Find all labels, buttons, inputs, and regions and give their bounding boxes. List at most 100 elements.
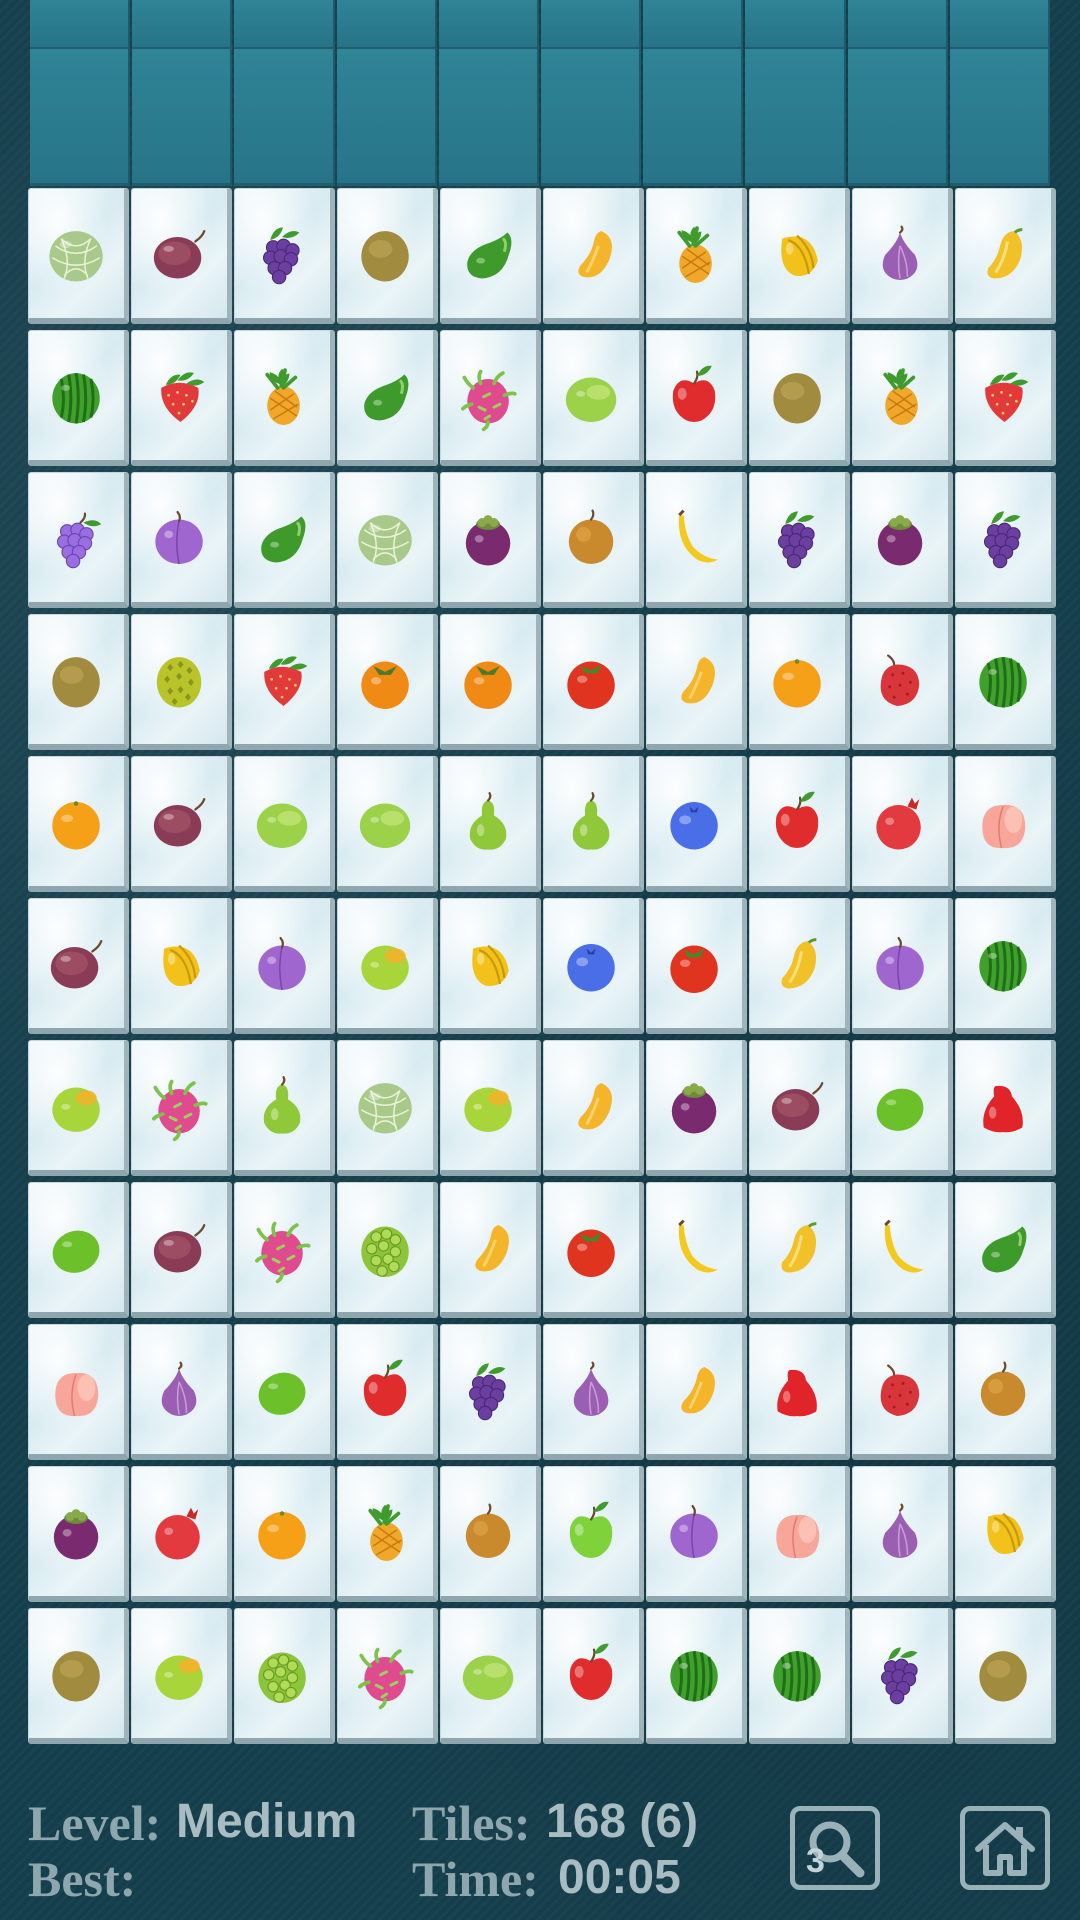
tile-apple[interactable] — [543, 1608, 644, 1744]
tile-custardapple[interactable] — [234, 1608, 335, 1744]
tile-lime[interactable] — [234, 1324, 335, 1460]
tile-passionfruit[interactable] — [749, 1040, 850, 1176]
tile-blueberry[interactable] — [543, 898, 644, 1034]
tile-orange[interactable] — [234, 1466, 335, 1602]
tile-plum[interactable] — [131, 472, 232, 608]
tile-watermelon[interactable] — [749, 1608, 850, 1744]
tile-grapes[interactable] — [28, 472, 129, 608]
tile-pear[interactable] — [234, 1040, 335, 1176]
tile-dragonfruit[interactable] — [440, 330, 541, 466]
tile-mangosteen[interactable] — [440, 472, 541, 608]
tile-apricotmango[interactable] — [28, 1040, 129, 1176]
tile-melon[interactable] — [337, 472, 438, 608]
tile-starfruit[interactable] — [749, 188, 850, 324]
tile-apricotmango[interactable] — [440, 1040, 541, 1176]
tile-tomato[interactable] — [543, 1182, 644, 1318]
tile-avocado[interactable] — [955, 1182, 1056, 1318]
tile-papaya[interactable] — [955, 188, 1056, 324]
tile-persimmon[interactable] — [337, 614, 438, 750]
tile-mango[interactable] — [646, 614, 747, 750]
tile-strawberry[interactable] — [234, 614, 335, 750]
hint-button[interactable] — [790, 1806, 880, 1890]
tile-mango[interactable] — [646, 1324, 747, 1460]
tile-pineapple[interactable] — [337, 1466, 438, 1602]
tile-apricotmango[interactable] — [337, 898, 438, 1034]
tile-peach[interactable] — [749, 1466, 850, 1602]
tile-fig[interactable] — [852, 188, 953, 324]
tile-durian[interactable] — [131, 614, 232, 750]
tile-blackberry[interactable] — [852, 1608, 953, 1744]
tile-pomegranate[interactable] — [852, 756, 953, 892]
tile-kiwi[interactable] — [749, 330, 850, 466]
tile-dragonfruit[interactable] — [337, 1608, 438, 1744]
tile-lime[interactable] — [28, 1182, 129, 1318]
tile-plum[interactable] — [234, 898, 335, 1034]
tile-strawberry[interactable] — [955, 330, 1056, 466]
tile-peach[interactable] — [955, 756, 1056, 892]
tile-blackberry[interactable] — [440, 1324, 541, 1460]
tile-apricotmango[interactable] — [131, 1608, 232, 1744]
tile-custardapple[interactable] — [337, 1182, 438, 1318]
tile-watermelon[interactable] — [28, 330, 129, 466]
tile-starfruit[interactable] — [440, 898, 541, 1034]
tile-avocado[interactable] — [337, 330, 438, 466]
tile-avocado[interactable] — [440, 188, 541, 324]
tile-tomato[interactable] — [543, 614, 644, 750]
tile-pineapple[interactable] — [234, 330, 335, 466]
tile-roseapple[interactable] — [955, 1040, 1056, 1176]
tile-papaya[interactable] — [749, 1182, 850, 1318]
tile-blueberry[interactable] — [646, 756, 747, 892]
tile-banana[interactable] — [852, 1182, 953, 1318]
tile-blackberry[interactable] — [955, 472, 1056, 608]
tile-dragonfruit[interactable] — [234, 1182, 335, 1318]
tile-papaya[interactable] — [749, 898, 850, 1034]
tile-greenmango[interactable] — [440, 1608, 541, 1744]
tile-blackberry[interactable] — [749, 472, 850, 608]
tile-banana[interactable] — [646, 472, 747, 608]
tile-apple[interactable] — [337, 1324, 438, 1460]
tile-plum[interactable] — [852, 898, 953, 1034]
tile-orange[interactable] — [749, 614, 850, 750]
tile-apple[interactable] — [646, 330, 747, 466]
tile-greenapple[interactable] — [543, 1466, 644, 1602]
tile-greenmango[interactable] — [234, 756, 335, 892]
tile-asianpear[interactable] — [955, 1324, 1056, 1460]
tile-dragonfruit[interactable] — [131, 1040, 232, 1176]
tile-kiwi[interactable] — [28, 614, 129, 750]
tile-watermelon[interactable] — [955, 898, 1056, 1034]
tile-roseapple[interactable] — [749, 1324, 850, 1460]
tile-kiwi[interactable] — [337, 188, 438, 324]
home-button[interactable] — [960, 1806, 1050, 1890]
tile-passionfruit[interactable] — [28, 898, 129, 1034]
tile-mango[interactable] — [543, 1040, 644, 1176]
tile-fig[interactable] — [543, 1324, 644, 1460]
tile-plum[interactable] — [646, 1466, 747, 1602]
tile-tomato[interactable] — [646, 898, 747, 1034]
tile-lime[interactable] — [852, 1040, 953, 1176]
tile-mango[interactable] — [440, 1182, 541, 1318]
tile-persimmon[interactable] — [440, 614, 541, 750]
tile-watermelon[interactable] — [955, 614, 1056, 750]
tile-peach[interactable] — [28, 1324, 129, 1460]
tile-mangosteen[interactable] — [646, 1040, 747, 1176]
tile-greenmango[interactable] — [337, 756, 438, 892]
tile-blackberry[interactable] — [234, 188, 335, 324]
tile-greenmango[interactable] — [543, 330, 644, 466]
tile-passionfruit[interactable] — [131, 188, 232, 324]
tile-asianpear[interactable] — [543, 472, 644, 608]
tile-mangosteen[interactable] — [28, 1466, 129, 1602]
tile-fig[interactable] — [131, 1324, 232, 1460]
tile-mango[interactable] — [543, 188, 644, 324]
tile-pomegranate[interactable] — [131, 1466, 232, 1602]
tile-kiwi[interactable] — [955, 1608, 1056, 1744]
tile-fig[interactable] — [852, 1466, 953, 1602]
tile-kiwi[interactable] — [28, 1608, 129, 1744]
tile-strawberry[interactable] — [131, 330, 232, 466]
tile-pineapple[interactable] — [646, 188, 747, 324]
tile-starfruit[interactable] — [955, 1466, 1056, 1602]
tile-pineapple[interactable] — [852, 330, 953, 466]
tile-melon[interactable] — [337, 1040, 438, 1176]
tile-apple[interactable] — [749, 756, 850, 892]
tile-pear[interactable] — [440, 756, 541, 892]
tile-avocado[interactable] — [234, 472, 335, 608]
